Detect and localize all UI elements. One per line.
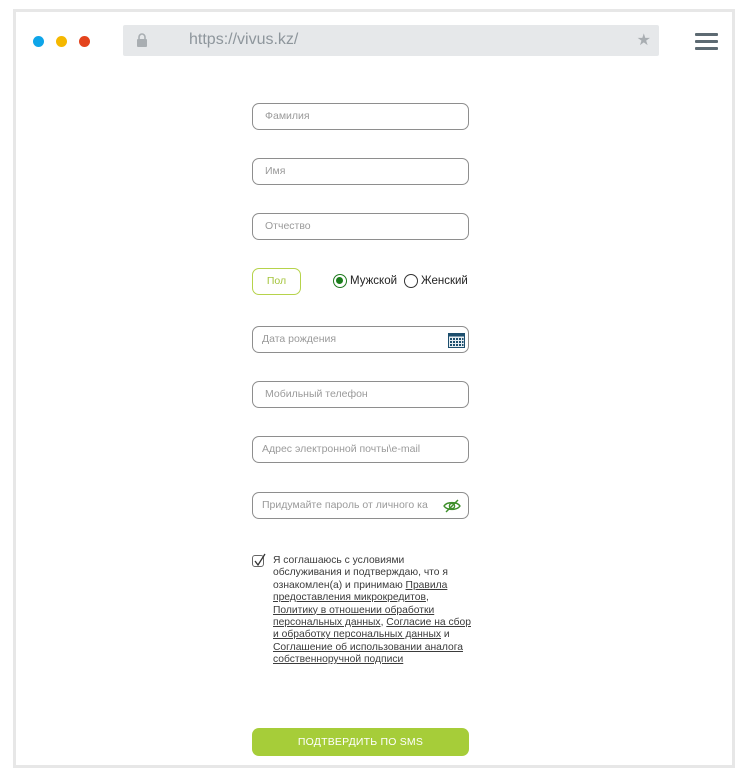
last-name-placeholder: Фамилия [265,110,310,122]
address-bar[interactable]: https://vivus.kz/ ★ [123,25,659,56]
gender-male-label[interactable]: Мужской [350,274,397,288]
first-name-placeholder: Имя [265,165,286,177]
email-placeholder: Адрес электронной почты\e-mail [262,443,421,455]
consent-separator: , [425,592,429,604]
gender-label: Пол [252,268,301,295]
window-dot-yellow[interactable] [56,36,67,47]
url-text[interactable]: https://vivus.kz/ [189,31,298,49]
browser-toolbar: https://vivus.kz/ ★ [16,12,732,74]
patronymic-placeholder: Отчество [265,220,311,232]
birth-date-input[interactable]: Дата рождения [252,326,469,353]
patronymic-input[interactable]: Отчество [252,213,469,240]
link-signature-agreement[interactable]: Соглашение об использовании аналога собс… [273,642,463,665]
calendar-icon[interactable] [448,333,465,348]
window-dot-blue[interactable] [33,36,44,47]
password-placeholder: Придумайте пароль от личного ка [262,499,428,511]
gender-female-label[interactable]: Женский [421,274,468,288]
email-input[interactable]: Адрес электронной почты\e-mail [252,436,469,463]
star-icon[interactable]: ★ [637,30,651,50]
eye-hidden-icon[interactable] [443,499,461,513]
lock-icon [137,33,147,47]
window-dot-red[interactable] [79,36,90,47]
gender-female-radio[interactable] [404,274,418,288]
first-name-input[interactable]: Имя [252,158,469,185]
phone-input[interactable]: Мобильный телефон [252,381,469,408]
consent-text: Я соглашаюсь с условиями обслуживания и … [273,555,473,667]
last-name-input[interactable]: Фамилия [252,103,469,130]
consent-separator: и [441,629,450,641]
consent-checkbox[interactable] [252,553,266,567]
birth-date-placeholder: Дата рождения [262,333,337,345]
phone-placeholder: Мобильный телефон [265,388,368,400]
gender-male-radio[interactable] [333,274,347,288]
password-input[interactable]: Придумайте пароль от личного ка [252,492,469,519]
hamburger-menu-icon[interactable] [695,33,718,50]
submit-sms-button[interactable]: ПОДТВЕРДИТЬ ПО SMS [252,728,469,756]
checkmark-icon [254,553,266,567]
